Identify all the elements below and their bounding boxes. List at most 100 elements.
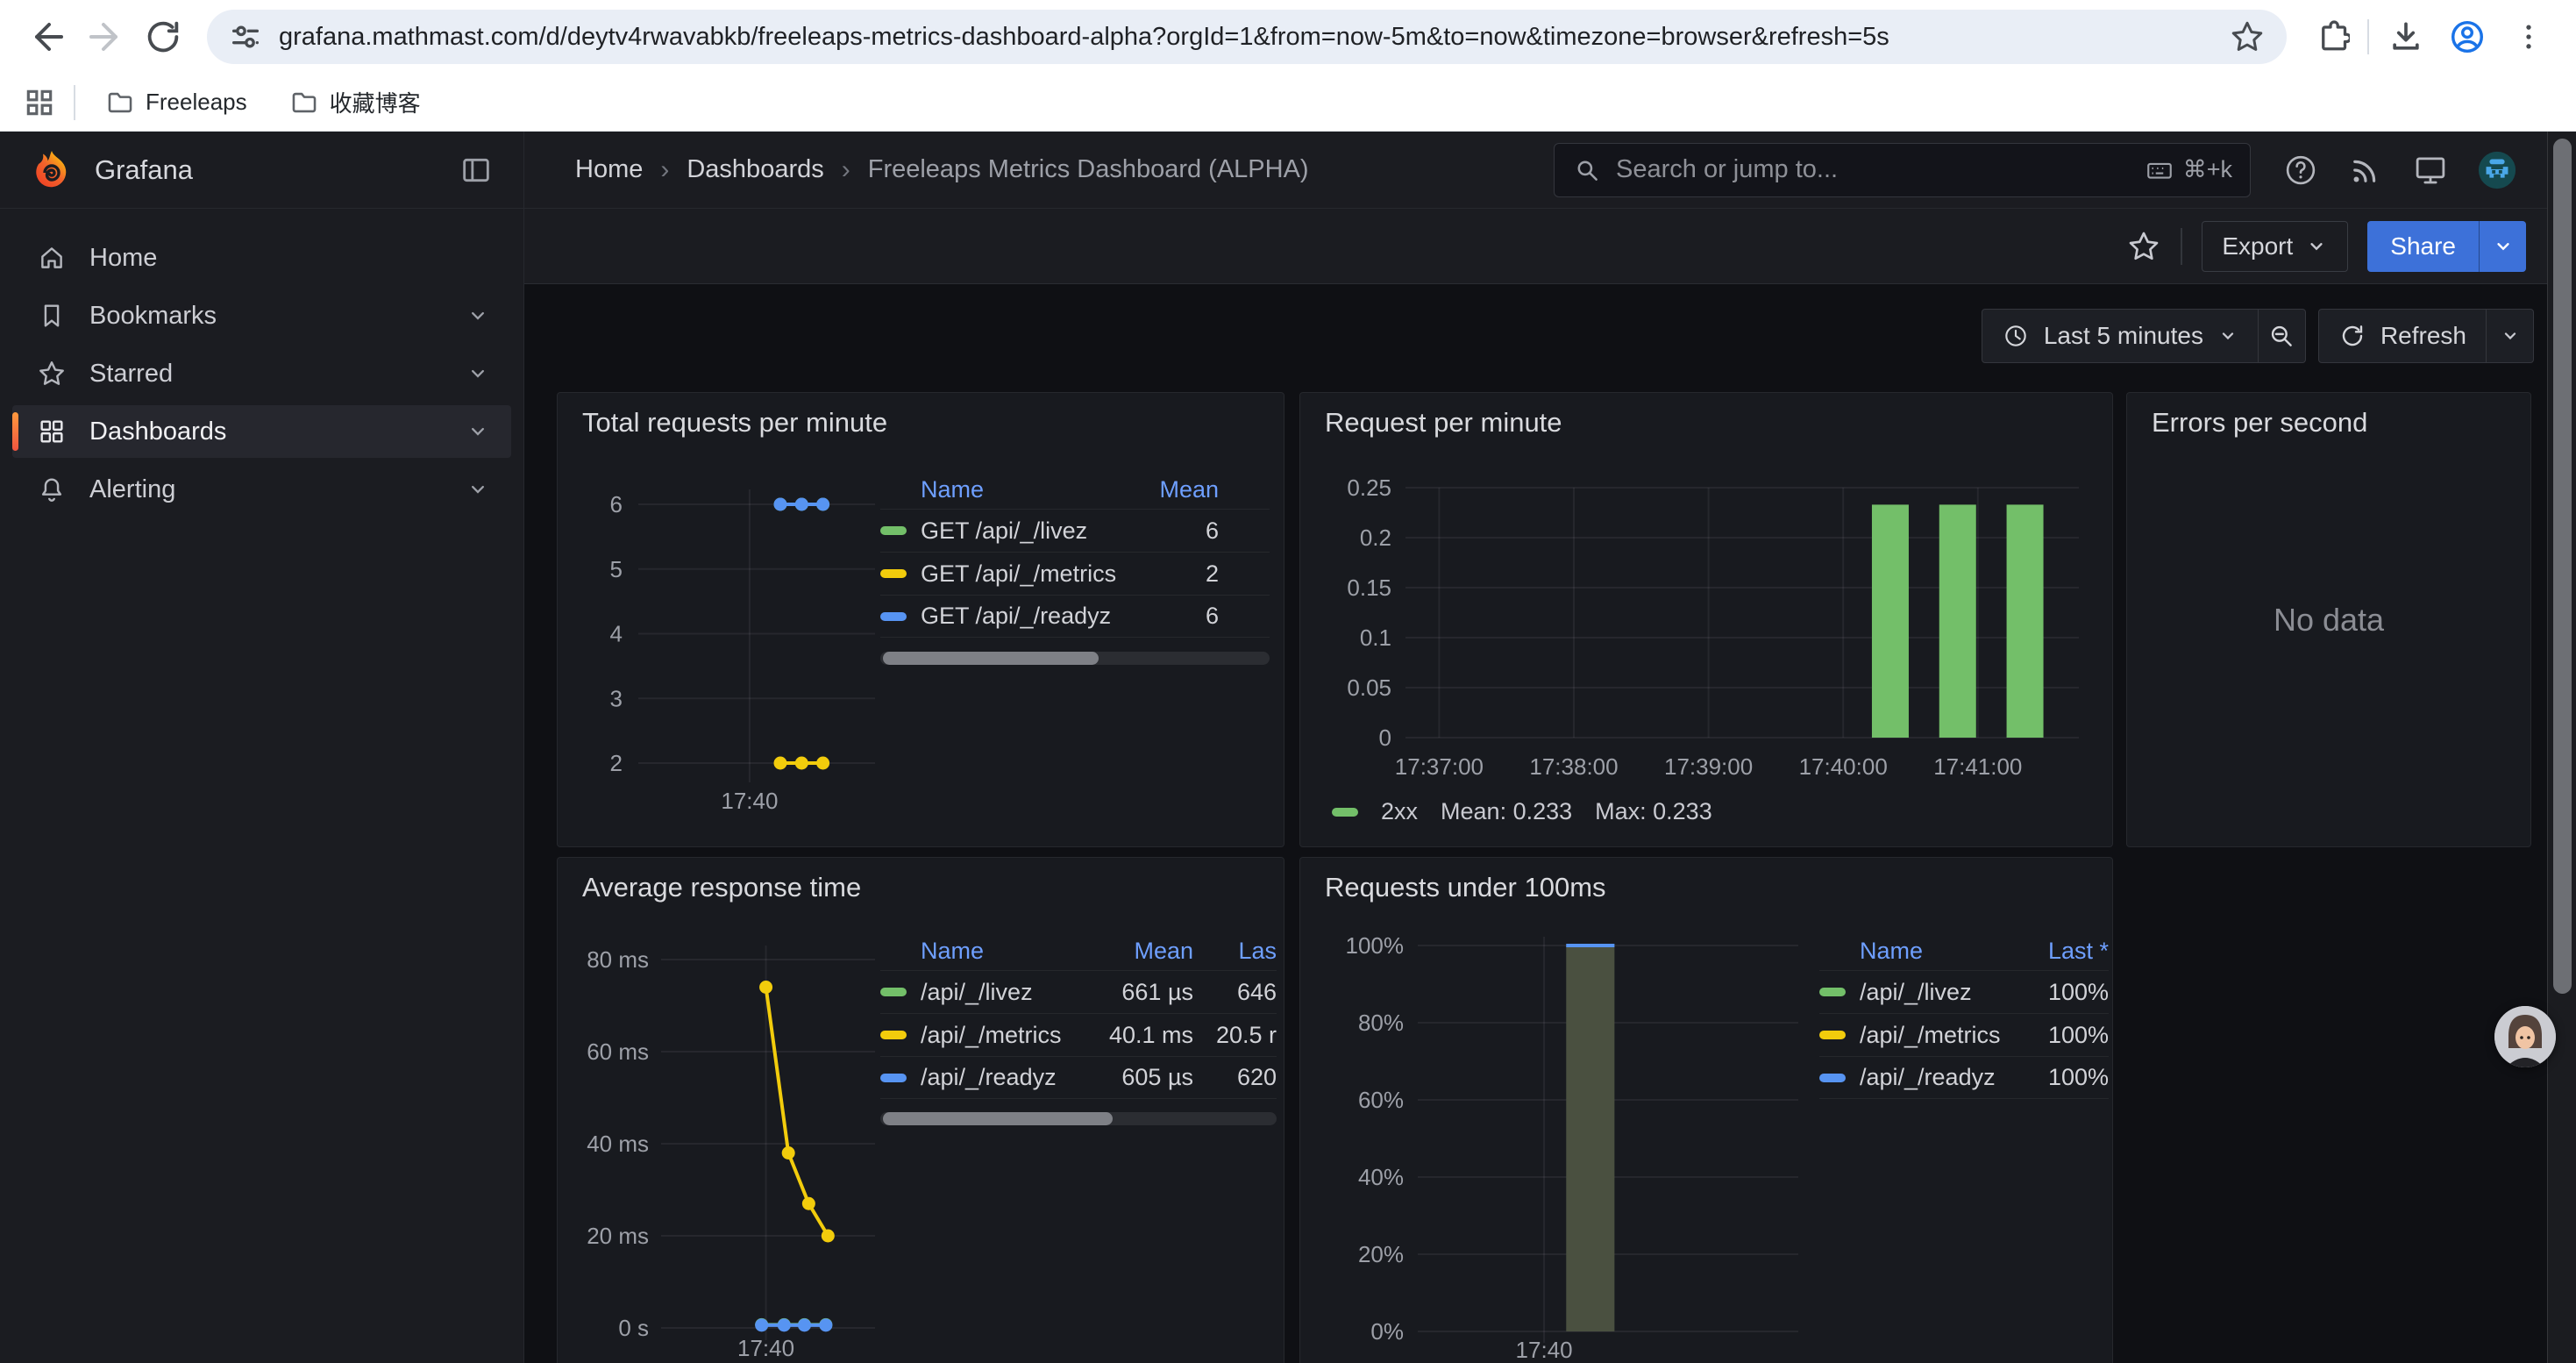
legend-col-name[interactable]: Name — [880, 938, 1075, 965]
sidebar-item-label: Starred — [89, 360, 443, 389]
legend-header: Name Mean — [880, 470, 1270, 509]
series-name: /api/_/metrics — [1860, 1022, 2017, 1049]
search-input[interactable]: Search or jump to... ⌘+k — [1554, 143, 2251, 197]
dock-menu-icon[interactable] — [459, 153, 494, 188]
sidebar-item-bookmarks[interactable]: Bookmarks — [12, 289, 511, 342]
forward-icon[interactable] — [81, 12, 130, 61]
grafana-logo[interactable] — [30, 149, 72, 191]
panel-title[interactable]: Request per minute — [1325, 407, 1562, 439]
legend-row[interactable]: GET /api/_/readyz 6 — [880, 595, 1270, 638]
svg-text:0.2: 0.2 — [1360, 525, 1391, 551]
legend-row[interactable]: /api/_/livez 100% — [1819, 970, 2109, 1013]
legend-row[interactable]: /api/_/metrics 100% — [1819, 1013, 2109, 1056]
series-swatch — [880, 526, 907, 535]
legend-hscrollbar[interactable] — [880, 1112, 1277, 1125]
svg-text:0%: 0% — [1370, 1318, 1404, 1345]
legend-row[interactable]: /api/_/readyz 605 µs 620 — [880, 1056, 1277, 1099]
sidebar-item-home[interactable]: Home — [12, 232, 511, 284]
sidebar-item-alerting[interactable]: Alerting — [12, 463, 511, 516]
sidebar-item-dashboards[interactable]: Dashboards — [12, 405, 511, 458]
legend-hscrollbar[interactable] — [880, 652, 1270, 665]
series-last: 620 — [1193, 1064, 1277, 1091]
monitor-icon[interactable] — [2412, 152, 2449, 189]
svg-text:17:38:00: 17:38:00 — [1529, 753, 1618, 780]
legend-col-last[interactable]: Last * — [2017, 938, 2109, 965]
series-last: 100% — [2017, 979, 2109, 1006]
panel-title[interactable]: Requests under 100ms — [1325, 872, 1606, 903]
time-controls: Last 5 minutes Refresh — [1982, 309, 2534, 363]
panel-title[interactable]: Errors per second — [2152, 407, 2367, 439]
header-icons — [2282, 150, 2517, 190]
sidebar-item-label: Bookmarks — [89, 302, 443, 331]
series-name: GET /api/_/metrics — [921, 560, 1191, 588]
export-button[interactable]: Export — [2202, 221, 2348, 272]
share-button[interactable]: Share — [2367, 221, 2479, 272]
series-swatch — [880, 988, 907, 996]
chevron-down-icon[interactable] — [466, 477, 490, 502]
svg-text:20%: 20% — [1358, 1241, 1404, 1267]
profile-icon[interactable] — [2443, 12, 2492, 61]
legend-row[interactable]: /api/_/readyz 100% — [1819, 1056, 2109, 1099]
series-name: /api/_/readyz — [1860, 1064, 2017, 1091]
clock-icon — [2002, 322, 2030, 350]
toolbar-divider — [2367, 19, 2369, 54]
legend-row[interactable]: GET /api/_/metrics 2 — [880, 552, 1270, 595]
legend-col-last[interactable]: Las — [1193, 938, 1277, 965]
svg-text:80%: 80% — [1358, 1010, 1404, 1036]
panel-title[interactable]: Average response time — [582, 872, 861, 903]
floating-assistant-avatar[interactable] — [2494, 1006, 2556, 1067]
bookmark-folder-freeleaps[interactable]: Freeleaps — [93, 82, 260, 123]
legend-col-name[interactable]: Name — [1819, 938, 2017, 965]
series-mean: 6 — [1191, 603, 1270, 630]
legend-col-mean[interactable]: Mean — [1075, 938, 1193, 965]
scrollbar-thumb[interactable] — [2553, 139, 2572, 994]
no-data-message: No data — [2127, 602, 2530, 639]
chevron-down-icon[interactable] — [466, 303, 490, 328]
url-text[interactable]: grafana.mathmast.com/d/deytv4rwavabkb/fr… — [279, 23, 2213, 52]
chevron-down-icon[interactable] — [466, 361, 490, 386]
reload-icon[interactable] — [139, 12, 188, 61]
svg-text:0.15: 0.15 — [1347, 574, 1391, 601]
legend-col-name[interactable]: Name — [880, 476, 1140, 503]
woman-avatar-image — [2494, 1006, 2556, 1067]
breadcrumb-separator: › — [842, 155, 850, 185]
downloads-icon[interactable] — [2381, 12, 2430, 61]
legend-col-mean[interactable]: Mean — [1140, 476, 1270, 503]
legend-row[interactable]: /api/_/metrics 40.1 ms 20.5 r — [880, 1013, 1277, 1056]
legend-row[interactable]: GET /api/_/livez 6 — [880, 509, 1270, 552]
series-mean: 605 µs — [1075, 1064, 1193, 1091]
zoom-out-button[interactable] — [2258, 310, 2305, 362]
chart-legend[interactable]: 2xx Mean: 0.233 Max: 0.233 — [1332, 798, 1712, 825]
extensions-icon[interactable] — [2306, 12, 2355, 61]
bookmark-folder-blogs[interactable]: 收藏博客 — [277, 81, 433, 124]
time-range-picker[interactable]: Last 5 minutes — [1982, 310, 2258, 362]
svg-text:60%: 60% — [1358, 1087, 1404, 1113]
apps-grid-icon[interactable] — [23, 86, 56, 119]
user-avatar[interactable] — [2477, 150, 2517, 190]
browser-menu-icon[interactable] — [2504, 12, 2553, 61]
sidebar-item-label: Dashboards — [89, 417, 443, 446]
series-swatch — [880, 1031, 907, 1039]
share-menu-button[interactable] — [2479, 221, 2526, 272]
news-rss-icon[interactable] — [2347, 152, 2384, 189]
refresh-interval-button[interactable] — [2486, 310, 2533, 362]
legend-row[interactable]: /api/_/livez 661 µs 646 — [880, 970, 1277, 1013]
svg-text:40 ms: 40 ms — [587, 1131, 649, 1157]
site-info-icon[interactable] — [228, 19, 263, 54]
address-bar[interactable]: grafana.mathmast.com/d/deytv4rwavabkb/fr… — [207, 10, 2287, 64]
favorite-star-icon[interactable] — [2126, 229, 2161, 264]
panel-errors-per-second: Errors per second No data — [2126, 392, 2531, 847]
breadcrumb-home[interactable]: Home — [575, 155, 643, 184]
svg-text:17:41:00: 17:41:00 — [1933, 753, 2022, 780]
page-scrollbar[interactable] — [2547, 132, 2576, 1363]
refresh-button[interactable]: Refresh — [2319, 310, 2486, 362]
help-icon[interactable] — [2282, 152, 2319, 189]
bookmark-star-icon[interactable] — [2229, 18, 2266, 55]
back-icon[interactable] — [23, 12, 72, 61]
legend-header: Name Mean Las — [880, 931, 1277, 970]
chevron-down-icon[interactable] — [466, 419, 490, 444]
breadcrumb-dashboards[interactable]: Dashboards — [687, 155, 823, 184]
series-max: Max: 0.233 — [1595, 798, 1712, 825]
sidebar-item-starred[interactable]: Starred — [12, 347, 511, 400]
panel-title[interactable]: Total requests per minute — [582, 407, 887, 439]
